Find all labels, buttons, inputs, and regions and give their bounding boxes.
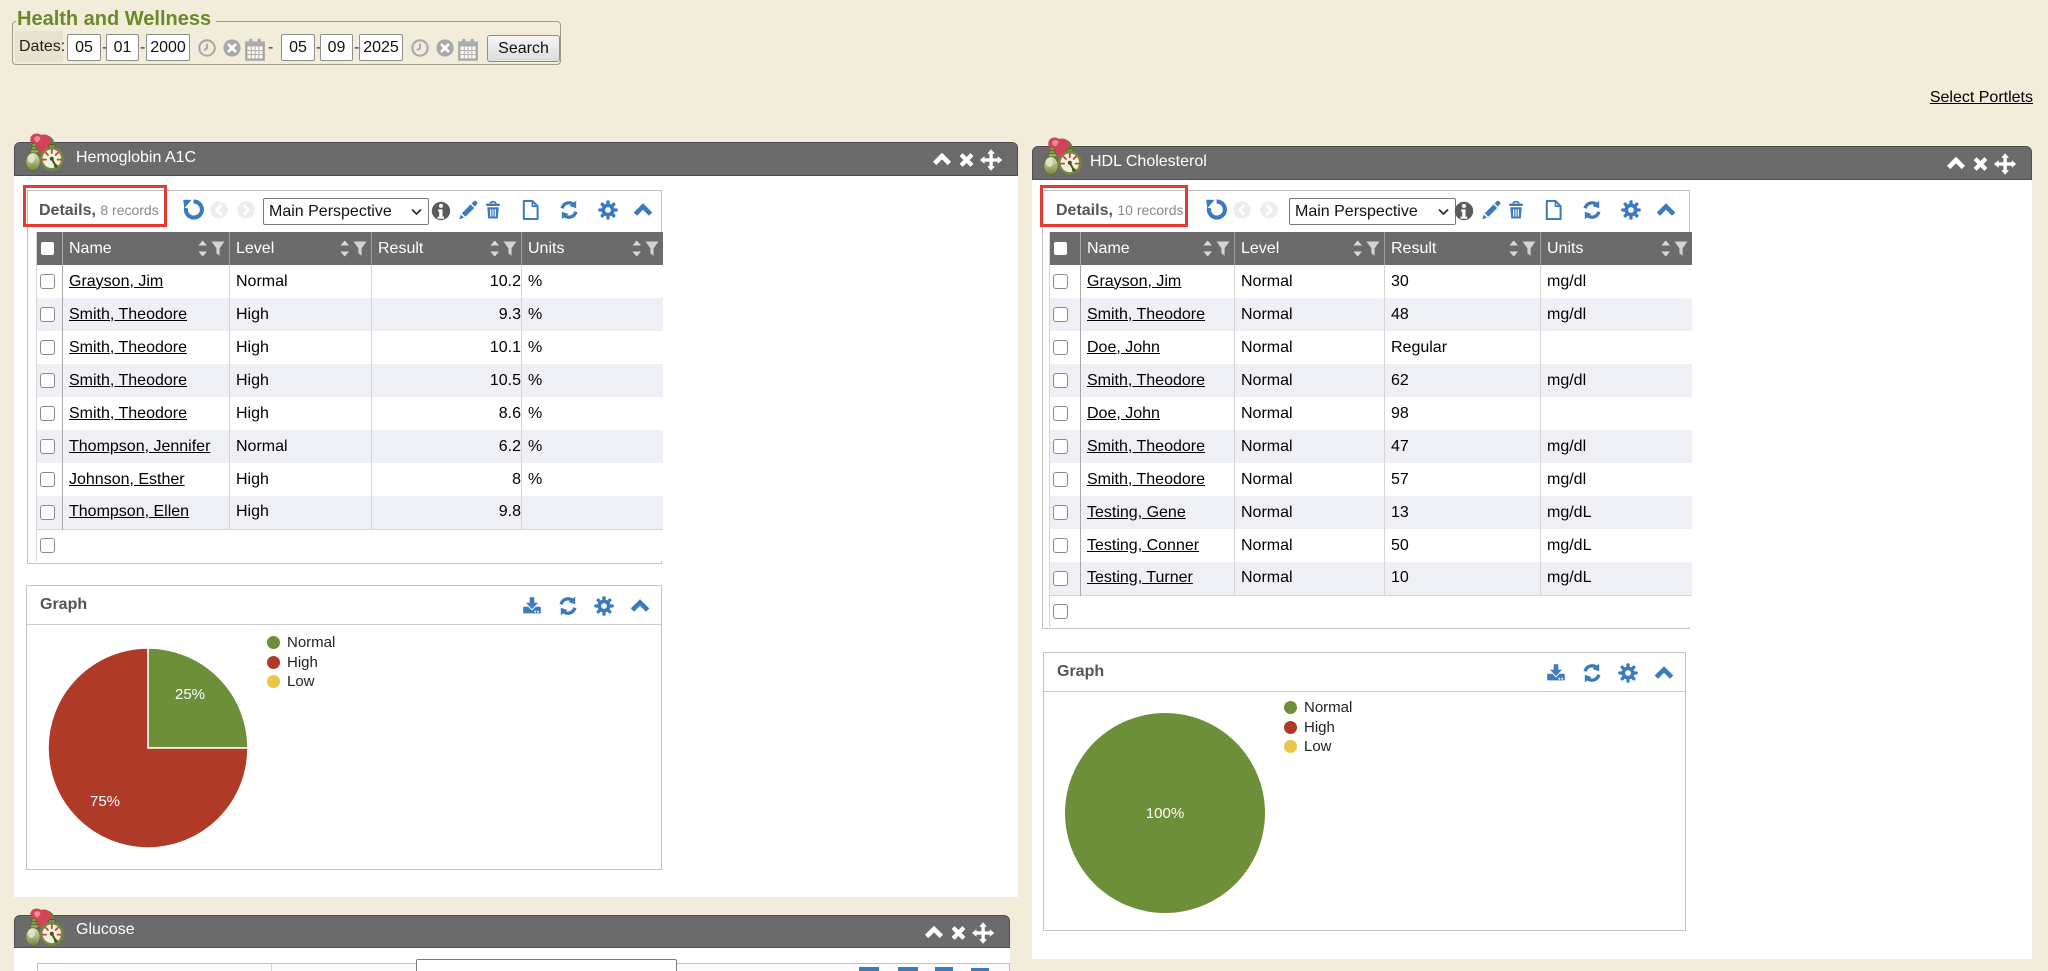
svg-text:25%: 25% xyxy=(175,686,205,703)
svg-text:75%: 75% xyxy=(90,793,120,810)
svg-text:100%: 100% xyxy=(1146,805,1184,822)
